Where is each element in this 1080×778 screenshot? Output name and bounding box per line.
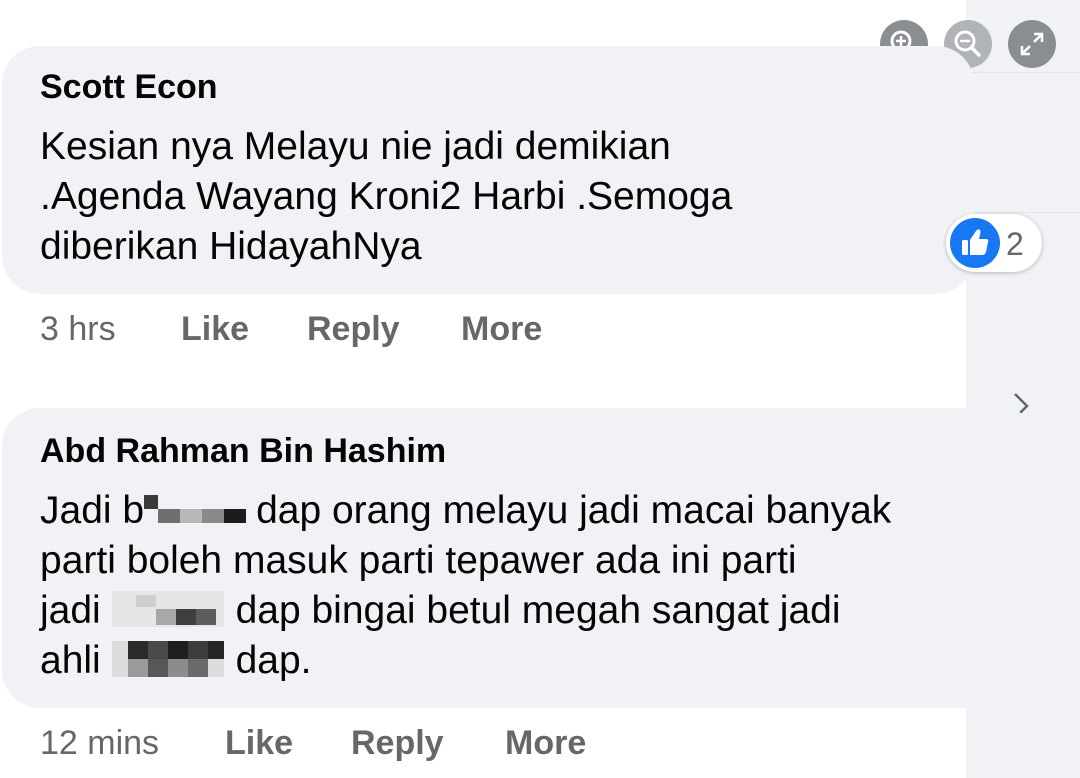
comment-text-line: ahli dap. [40, 636, 891, 686]
pixelated-redaction [144, 490, 247, 527]
comment-author[interactable]: Scott Econ [40, 68, 218, 107]
more-button[interactable]: More [461, 310, 542, 349]
reaction-badge[interactable]: 2 [946, 214, 1042, 272]
comment-author[interactable]: Abd Rahman Bin Hashim [40, 432, 446, 471]
more-button[interactable]: More [505, 724, 586, 763]
comment-text-line: jadi dap bingai betul megah sangat jadi [40, 586, 891, 636]
text-segment: jadi [40, 589, 101, 632]
pixelated-redaction [111, 590, 224, 627]
comment-actions: 3 hrs Like Reply More [40, 310, 640, 350]
text-segment: dap orang melayu jadi macai banyak [256, 489, 892, 532]
comment-text: Jadi b dap orang melayu jadi macai banya… [40, 486, 891, 686]
comment-text-line: Kesian nya Melayu nie jadi demikian [40, 125, 671, 168]
pixelated-redaction [111, 640, 224, 677]
text-segment: dap. [235, 639, 312, 682]
text-segment: Jadi b [40, 489, 145, 532]
comment-text-line: Jadi b dap orang melayu jadi macai banya… [40, 486, 891, 536]
comment-text: Kesian nya Melayu nie jadi demikian .Age… [40, 122, 732, 272]
comment-text-line: .Agenda Wayang Kroni2 Harbi .Semoga [40, 175, 733, 218]
thumbs-up-icon [950, 218, 1000, 268]
comment-timestamp[interactable]: 12 mins [40, 724, 159, 763]
reply-button[interactable]: Reply [351, 724, 444, 763]
divider [966, 212, 1080, 213]
divider [966, 72, 1080, 73]
text-segment: dap bingai betul megah sangat jadi [235, 589, 841, 632]
comment-text-line: diberikan HidayahNya [40, 225, 422, 268]
comment-actions: 12 mins Like Reply More [40, 724, 660, 764]
fullscreen-button[interactable] [1008, 20, 1056, 68]
like-button[interactable]: Like [181, 310, 249, 349]
like-button[interactable]: Like [225, 724, 293, 763]
comment-text-line: parti boleh masuk parti tepawer ada ini … [40, 539, 797, 582]
reply-button[interactable]: Reply [307, 310, 400, 349]
expand-icon [1020, 32, 1044, 56]
text-segment: ahli [40, 639, 101, 682]
comment-timestamp[interactable]: 3 hrs [40, 310, 116, 349]
reaction-count: 2 [1006, 226, 1024, 262]
